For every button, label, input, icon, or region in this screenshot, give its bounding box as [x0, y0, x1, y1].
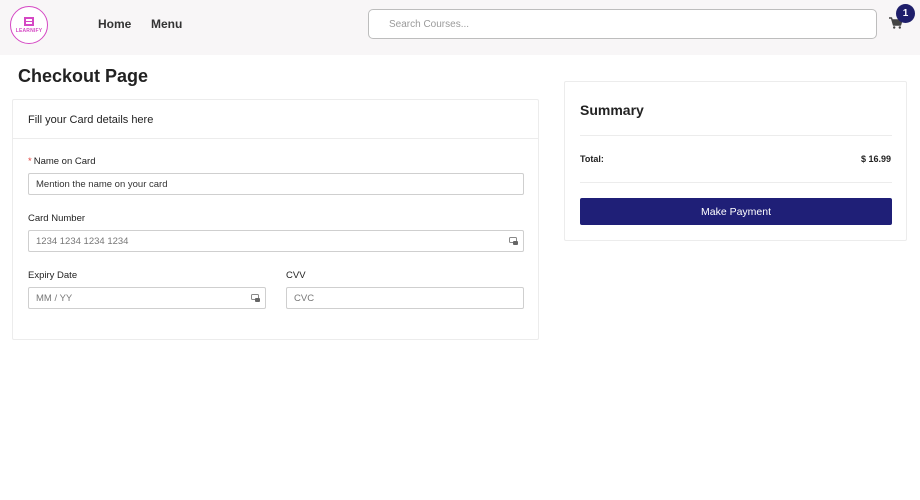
autofill-card-icon[interactable]: [251, 294, 260, 302]
expiry-date-label: Expiry Date: [28, 270, 78, 281]
nav-home-link[interactable]: Home: [98, 17, 131, 31]
summary-panel: Summary Total: $ 16.99 Make Payment: [564, 81, 907, 241]
make-payment-button[interactable]: Make Payment: [580, 198, 892, 225]
cart-count-badge[interactable]: 1: [896, 4, 915, 23]
summary-divider: [580, 135, 892, 136]
logo-text: LEARNIFY: [15, 27, 43, 34]
nav-menu-link[interactable]: Menu: [151, 17, 182, 31]
autofill-card-icon[interactable]: [509, 237, 518, 245]
cvv-label: CVV: [286, 270, 306, 281]
learnify-logo[interactable]: LEARNIFY: [10, 6, 48, 44]
search-input[interactable]: [368, 9, 877, 39]
logo-book-icon: [24, 16, 34, 26]
cvv-input[interactable]: [286, 287, 524, 309]
total-label: Total:: [580, 154, 604, 164]
required-mark: *: [28, 156, 32, 167]
page-title: Checkout Page: [18, 66, 149, 86]
total-value: $ 16.99: [860, 154, 891, 164]
card-details-panel: Fill your Card details here * Name on Car…: [12, 99, 539, 340]
name-on-card-label: * Name on Card: [28, 156, 95, 167]
summary-title: Summary: [580, 102, 644, 118]
expiry-date-input[interactable]: [28, 287, 266, 309]
card-details-heading: Fill your Card details here: [13, 100, 538, 139]
top-header: LEARNIFY Home Menu 1: [0, 0, 920, 55]
summary-divider: [580, 182, 892, 183]
card-number-label: Card Number: [28, 213, 86, 224]
name-on-card-label-text: Name on Card: [33, 156, 96, 167]
name-on-card-input[interactable]: [28, 173, 524, 195]
card-number-input[interactable]: [28, 230, 524, 252]
